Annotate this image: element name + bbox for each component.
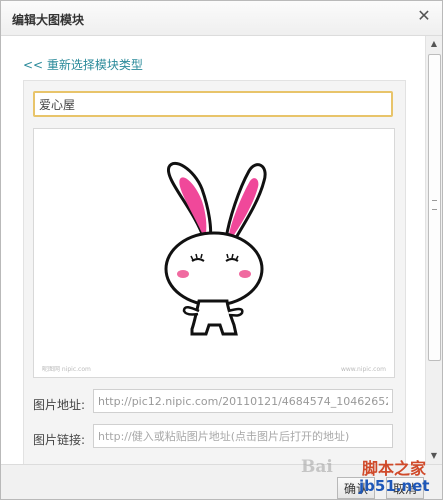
image-link-input[interactable] (93, 424, 393, 448)
cancel-button[interactable]: 取消 (386, 477, 425, 499)
close-icon[interactable]: ✕ (415, 7, 433, 25)
module-title-input[interactable] (33, 91, 393, 117)
image-preview: 昵图网 nipic.com www.nipic.com (33, 128, 395, 378)
reselect-module-type-link[interactable]: << 重新选择模块类型 (23, 56, 143, 73)
dialog-title: 编辑大图模块 (12, 13, 85, 27)
edit-large-image-module-dialog: 编辑大图模块 ✕ << 重新选择模块类型 爱心屋 昵图网 nipic.com w… (0, 0, 443, 500)
scrollbar-thumb[interactable] (428, 54, 441, 361)
rabbit-illustration (164, 161, 267, 336)
image-watermark-right: www.nipic.com (340, 366, 386, 373)
image-watermark-left: 昵图网 nipic.com (42, 366, 91, 373)
vertical-scrollbar[interactable]: ▲ ▼ (425, 36, 442, 464)
image-link-label: 图片链接: (33, 433, 86, 447)
dialog-footer (1, 464, 442, 499)
dialog-titlebar: 编辑大图模块 ✕ (1, 1, 442, 36)
image-url-label: 图片地址: (33, 398, 86, 412)
scroll-down-icon[interactable]: ▼ (426, 448, 442, 464)
grip-icon (432, 200, 437, 210)
scroll-up-icon[interactable]: ▲ (426, 36, 442, 52)
confirm-button[interactable]: 确认 (337, 477, 376, 499)
image-url-input[interactable] (93, 389, 393, 413)
